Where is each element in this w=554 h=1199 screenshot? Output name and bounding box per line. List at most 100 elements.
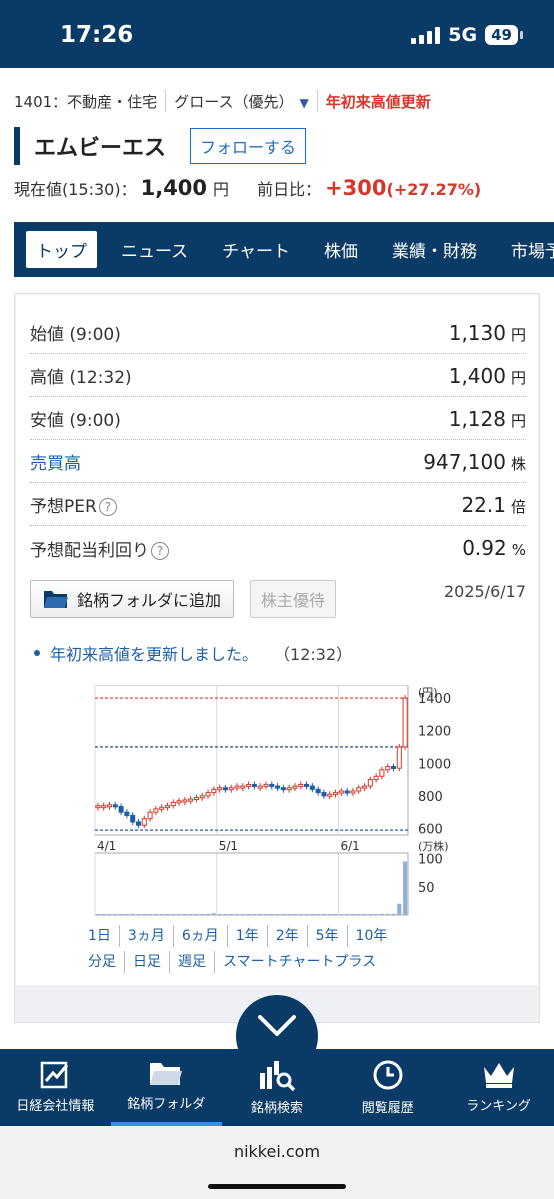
tab-chart[interactable]: チャート <box>212 231 300 268</box>
y-tick-label: 1000 <box>418 757 451 772</box>
candle <box>153 808 159 813</box>
candle <box>321 792 327 797</box>
divider <box>165 90 167 112</box>
help-icon[interactable]: ? <box>98 498 117 516</box>
nav-folder[interactable]: 銘柄フォルダ <box>110 1049 222 1126</box>
range-10y[interactable]: 10年 <box>348 925 396 947</box>
volume-link[interactable]: 売買高 <box>30 449 81 474</box>
home-indicator <box>208 1184 346 1189</box>
chart-kind-selector: 分足 日足 週足 スマートチャートプラス <box>80 951 480 973</box>
help-icon[interactable]: ? <box>151 541 169 560</box>
range-1y[interactable]: 1年 <box>228 925 268 947</box>
volume-bar <box>252 914 257 915</box>
candle <box>257 785 263 789</box>
volume-bar <box>391 913 396 915</box>
breadcrumb: 1401：不動産・住宅 グロース（優先） ▼ 年初来高値更新 <box>14 89 544 113</box>
nav-ranking[interactable]: ランキング <box>443 1049 554 1126</box>
volume-bar <box>171 914 176 915</box>
tab-top[interactable]: トップ <box>26 231 97 268</box>
quote-row-yield: 予想配当利回り? 0.92% <box>30 536 526 561</box>
volume-tick-label: 50 <box>418 881 435 896</box>
volume-bar <box>321 914 326 915</box>
volume-bar <box>124 914 129 915</box>
quote-row-open: 始値 (9:00) 1,130 円 <box>30 312 526 354</box>
shareholder-benefits-button[interactable]: 株主優待 <box>250 580 337 618</box>
volume-bar <box>362 914 367 915</box>
candle <box>292 785 298 789</box>
clock-icon <box>373 1060 403 1090</box>
volume-bar <box>130 913 135 915</box>
candle <box>141 818 147 826</box>
candle <box>396 746 402 769</box>
candle <box>217 787 223 791</box>
follow-button[interactable]: フォローする <box>190 128 307 164</box>
y-tick-label: 1400 <box>418 692 451 707</box>
browser-url-bar[interactable]: nikkei.com <box>0 1126 554 1199</box>
bottom-nav: 日経会社情報 銘柄フォルダ 銘柄検索 閲覧履歴 ランキング <box>0 1049 554 1126</box>
volume-bar <box>119 914 124 915</box>
tab-forecast[interactable]: 市場予想 <box>501 231 554 268</box>
signal-icon <box>411 26 441 44</box>
volume-bar <box>246 914 251 915</box>
volume-bar <box>281 914 286 915</box>
tab-financials[interactable]: 業績・財務 <box>382 231 487 268</box>
y-tick-label: 800 <box>418 790 443 805</box>
candle <box>159 806 165 810</box>
candle <box>304 783 310 787</box>
range-1d[interactable]: 1日 <box>80 925 120 947</box>
candle <box>298 783 304 787</box>
tab-news[interactable]: ニュース <box>111 231 198 268</box>
volume-bar <box>142 914 147 915</box>
volume-bar <box>356 914 361 915</box>
volume-bar <box>374 914 379 915</box>
candle <box>228 787 234 791</box>
volume-bar <box>240 914 245 915</box>
candle <box>205 792 211 797</box>
battery-icon: 49 <box>485 25 523 45</box>
volume-bar <box>379 913 384 915</box>
current-price: 1,400 <box>140 176 208 200</box>
chevron-down-icon: ▼ <box>299 95 309 110</box>
candle <box>164 805 170 809</box>
kind-weekly[interactable]: 週足 <box>170 951 215 973</box>
range-5y[interactable]: 5年 <box>308 925 348 947</box>
nav-history[interactable]: 閲覧履歴 <box>332 1049 443 1126</box>
volume-bar <box>327 914 332 915</box>
new-high-badge: 年初来高値更新 <box>325 92 431 111</box>
candle <box>373 775 379 781</box>
nav-company-info[interactable]: 日経会社情報 <box>0 1049 111 1126</box>
candle <box>222 787 228 791</box>
candle <box>390 766 397 770</box>
stock-chart[interactable]: 4/1 5/1 6/1(円)140012001000800600(万株)10050 <box>80 685 480 921</box>
volume-bar <box>107 914 112 915</box>
tab-price[interactable]: 株価 <box>314 231 368 268</box>
x-tick-label: 6/1 <box>340 839 359 853</box>
sector-label: 1401：不動産・住宅 <box>14 92 158 111</box>
volume-bar <box>333 914 338 915</box>
kind-smart-chart[interactable]: スマートチャートプラス <box>215 951 384 973</box>
range-2y[interactable]: 2年 <box>268 925 308 947</box>
volume-bar <box>397 903 402 915</box>
kind-daily[interactable]: 日足 <box>125 951 170 973</box>
volume-plot-frame <box>94 852 409 916</box>
x-tick-label: 4/1 <box>97 839 116 853</box>
candle <box>188 798 194 802</box>
candle <box>246 783 252 787</box>
quote-card: 始値 (9:00) 1,130 円 高値 (12:32) 1,400 円 安値 (9… <box>16 295 538 985</box>
range-3m[interactable]: 3ヵ月 <box>120 925 174 947</box>
volume-bar <box>350 914 355 915</box>
add-to-folder-button[interactable]: 銘柄フォルダに追加 <box>30 580 235 618</box>
volume-bar <box>304 914 309 915</box>
candle <box>95 805 101 809</box>
candle <box>309 785 315 790</box>
candle <box>147 811 153 820</box>
volume-bar <box>258 914 263 915</box>
news-item[interactable]: 年初来高値を更新しました。 （12:32） <box>30 640 526 666</box>
range-6m[interactable]: 6ヵ月 <box>174 925 228 947</box>
nav-search[interactable]: 銘柄検索 <box>222 1049 333 1126</box>
volume-bar <box>298 914 303 915</box>
kind-minute[interactable]: 分足 <box>80 951 125 973</box>
quote-row-high: 高値 (12:32) 1,400 円 <box>30 355 526 397</box>
market-select[interactable]: グロース（優先） ▼ <box>174 91 309 112</box>
title-accent-bar <box>14 127 20 165</box>
